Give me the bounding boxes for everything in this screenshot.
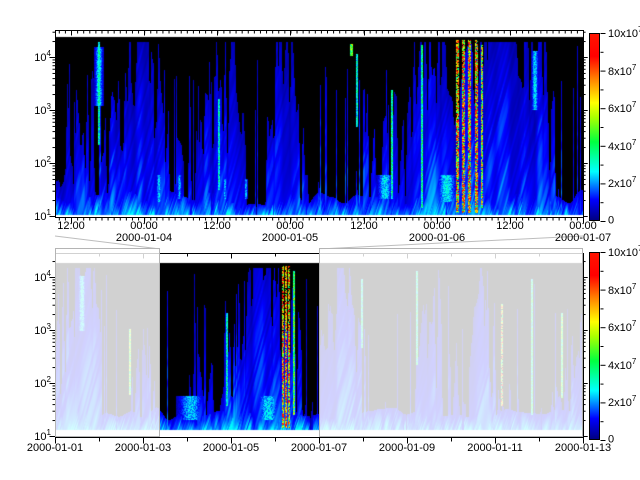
x-tick-label: 12:00 xyxy=(350,221,378,232)
x-date-label: 2000-01-04 xyxy=(116,233,172,244)
zoom-spectrogram-canvas[interactable] xyxy=(56,31,583,217)
colorbar-tick-label: 6x107 xyxy=(608,101,636,115)
y-tick-label: 103 xyxy=(34,323,51,337)
colorbar-tick-label: 4x107 xyxy=(608,139,636,153)
x-tick-label: 00:00 xyxy=(130,221,158,232)
x-date-label: 2000-01-07 xyxy=(555,233,611,244)
colorbar-tick-label: 8x107 xyxy=(608,283,636,297)
y-tick-label: 102 xyxy=(34,156,51,170)
colorbar-tick-label: 6x107 xyxy=(608,320,636,334)
y-tick-label: 101 xyxy=(34,429,51,443)
colorbar-tick-label: 0 xyxy=(608,216,614,227)
x-tick-label: 2000-01-01 xyxy=(27,443,83,454)
colorbar-tick-label: 4x107 xyxy=(608,358,636,372)
colorbar-top xyxy=(589,33,600,221)
spectrogram-viewer-window: { "window": { "width": 640, "height": 48… xyxy=(0,0,640,480)
x-tick-label: 2000-01-07 xyxy=(291,443,347,454)
colorbar-tick-label: 8x107 xyxy=(608,64,636,78)
y-tick-label: 102 xyxy=(34,376,51,390)
x-tick-label: 12:00 xyxy=(57,221,85,232)
selection-overlay-left[interactable] xyxy=(55,248,160,437)
y-tick-label: 104 xyxy=(34,270,51,284)
colorbar-tick-label: 0 xyxy=(608,435,614,446)
colorbar-tick-label: 2x107 xyxy=(608,177,636,191)
x-tick-label: 2000-01-05 xyxy=(203,443,259,454)
colorbar-bottom xyxy=(589,252,600,440)
x-tick-label: 2000-01-09 xyxy=(379,443,435,454)
colorbar-tick-label: 10x107 xyxy=(608,245,640,259)
x-tick-label: 00:00 xyxy=(569,221,597,232)
x-tick-label: 00:00 xyxy=(423,221,451,232)
x-tick-label: 2000-01-03 xyxy=(115,443,171,454)
x-tick-label: 12:00 xyxy=(203,221,231,232)
x-tick-label: 2000-01-11 xyxy=(467,443,522,454)
y-tick-label: 103 xyxy=(34,103,51,117)
x-date-label: 2000-01-05 xyxy=(262,233,318,244)
x-tick-label: 12:00 xyxy=(496,221,524,232)
colorbar-tick-label: 10x107 xyxy=(608,26,640,40)
x-tick-label: 2000-01-13 xyxy=(555,443,611,454)
y-tick-label: 101 xyxy=(34,209,51,223)
x-date-label: 2000-01-06 xyxy=(409,233,465,244)
y-tick-label: 104 xyxy=(34,50,51,64)
colorbar-tick-label: 2x107 xyxy=(608,396,636,410)
x-tick-label: 00:00 xyxy=(276,221,304,232)
selection-overlay-right[interactable] xyxy=(319,248,583,437)
